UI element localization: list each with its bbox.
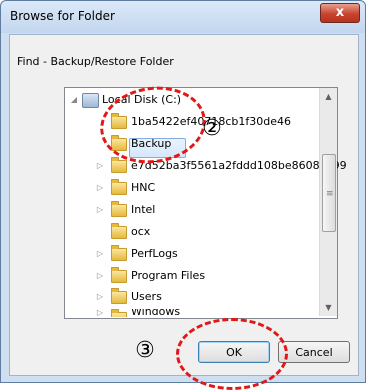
folder-icon <box>111 223 127 239</box>
tree-item[interactable]: ocx <box>89 223 309 241</box>
tree-item-label: ocx <box>131 225 151 238</box>
expand-triangle-icon[interactable]: ▷ <box>95 157 105 175</box>
scroll-down-arrow-icon[interactable]: ▼ <box>320 299 337 316</box>
dialog-body: Find - Backup/Restore Folder ◢ Local Dis… <box>9 34 359 376</box>
browse-for-folder-dialog: Browse for Folder x Find - Backup/Restor… <box>0 0 366 383</box>
cancel-button[interactable]: Cancel <box>278 341 350 363</box>
expand-triangle-icon[interactable]: ▷ <box>95 245 105 263</box>
tree-item[interactable]: ▷ PerfLogs <box>89 245 309 263</box>
tree-item-label: Windows <box>131 309 181 317</box>
dialog-prompt: Find - Backup/Restore Folder <box>17 55 174 68</box>
title-bar: Browse for Folder x <box>1 1 365 33</box>
collapse-triangle-icon[interactable]: ◢ <box>69 91 79 109</box>
step-2-marker: ② <box>202 116 222 141</box>
step-3-marker: ③ <box>135 338 155 363</box>
folder-icon <box>111 267 127 283</box>
tree-item[interactable]: ▷ Windows <box>89 309 309 317</box>
tree-item-label: Program Files <box>131 269 206 282</box>
expand-triangle-icon[interactable]: ▷ <box>95 201 105 219</box>
close-button[interactable]: x <box>320 3 360 23</box>
drive-icon <box>82 93 99 108</box>
expand-triangle-icon[interactable]: ▷ <box>95 309 105 317</box>
folder-icon <box>111 288 127 304</box>
expand-triangle-icon[interactable]: ▷ <box>95 179 105 197</box>
grip-icon: ≡ <box>326 189 334 199</box>
scroll-up-arrow-icon[interactable]: ▲ <box>320 88 337 105</box>
tree-item[interactable]: ▷ Intel <box>89 201 309 219</box>
scroll-thumb[interactable]: ≡ <box>322 154 336 232</box>
annotation-circle-ok <box>176 318 288 390</box>
vertical-scrollbar[interactable]: ▲ ≡ ▼ <box>319 88 337 316</box>
expand-triangle-icon[interactable]: ▷ <box>95 267 105 285</box>
folder-icon <box>111 157 127 173</box>
folder-icon <box>111 201 127 217</box>
tree-item-label: Users <box>131 290 162 303</box>
tree-item[interactable]: ▷ Program Files <box>89 267 309 285</box>
tree-item-label: HNC <box>131 181 156 194</box>
tree-item[interactable]: ▷ Users <box>89 288 309 306</box>
expand-triangle-icon[interactable]: ▷ <box>95 288 105 306</box>
tree-item-label: PerfLogs <box>131 247 178 260</box>
dialog-title: Browse for Folder <box>10 9 115 23</box>
tree-item-label: Intel <box>131 203 156 216</box>
folder-icon <box>111 309 127 317</box>
folder-icon <box>111 245 127 261</box>
tree-item[interactable]: ▷ e7d52ba3f5561a2fddd108be8608c299 <box>89 157 347 175</box>
folder-icon <box>111 179 127 195</box>
tree-item[interactable]: ▷ HNC <box>89 179 309 197</box>
